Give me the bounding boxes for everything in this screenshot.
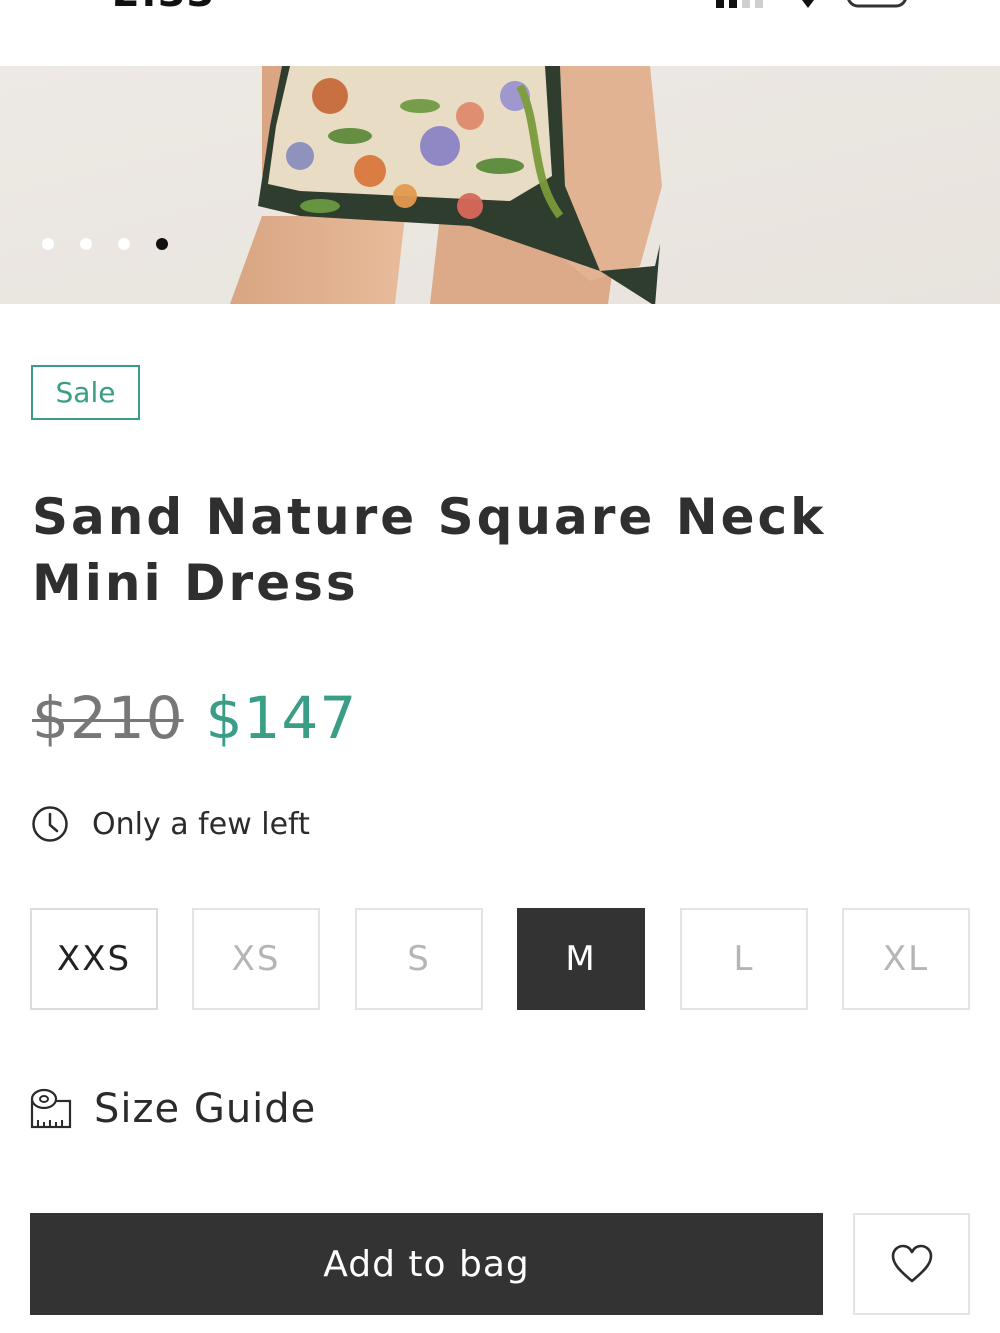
battery-icon [847,0,907,8]
carousel-dot-active[interactable] [156,238,168,250]
status-time: 2:33 [112,0,216,16]
carousel-dot[interactable] [42,238,54,250]
wishlist-button[interactable] [853,1213,970,1315]
product-photo [0,66,1000,304]
add-to-bag-button[interactable]: Add to bag [30,1213,823,1315]
size-option-xs[interactable]: XS [192,908,320,1010]
product-title: Sand Nature Square Neck Mini Dress [32,488,827,612]
size-option-xxs[interactable]: XXS [30,908,158,1010]
size-guide-link[interactable]: Size Guide [30,1086,316,1132]
carousel-dot[interactable] [118,238,130,250]
clock-icon [32,806,68,842]
location-icon [802,0,814,8]
stock-message: Only a few left [92,806,310,842]
size-option-s[interactable]: S [355,908,483,1010]
heart-icon [891,1244,932,1283]
product-page: 2:33 [0,0,1000,1333]
size-guide-label: Size Guide [94,1086,317,1132]
measuring-tape-icon [30,1088,72,1129]
size-selector: XXS XS S M L XL [30,908,970,1010]
original-price: $210 [32,684,184,752]
sale-price: $147 [205,684,358,752]
sale-badge: Sale [31,365,140,420]
size-option-l[interactable]: L [680,908,808,1010]
price-block: $210 $147 [32,684,357,752]
carousel-dots [42,238,168,250]
stock-status: Only a few left [31,805,310,843]
carousel-dot[interactable] [80,238,92,250]
status-bar: 2:33 [0,0,1000,66]
product-image-carousel[interactable] [0,66,1000,304]
signal-icon [716,0,763,8]
size-option-xl[interactable]: XL [842,908,970,1010]
size-option-m[interactable]: M [517,908,645,1010]
